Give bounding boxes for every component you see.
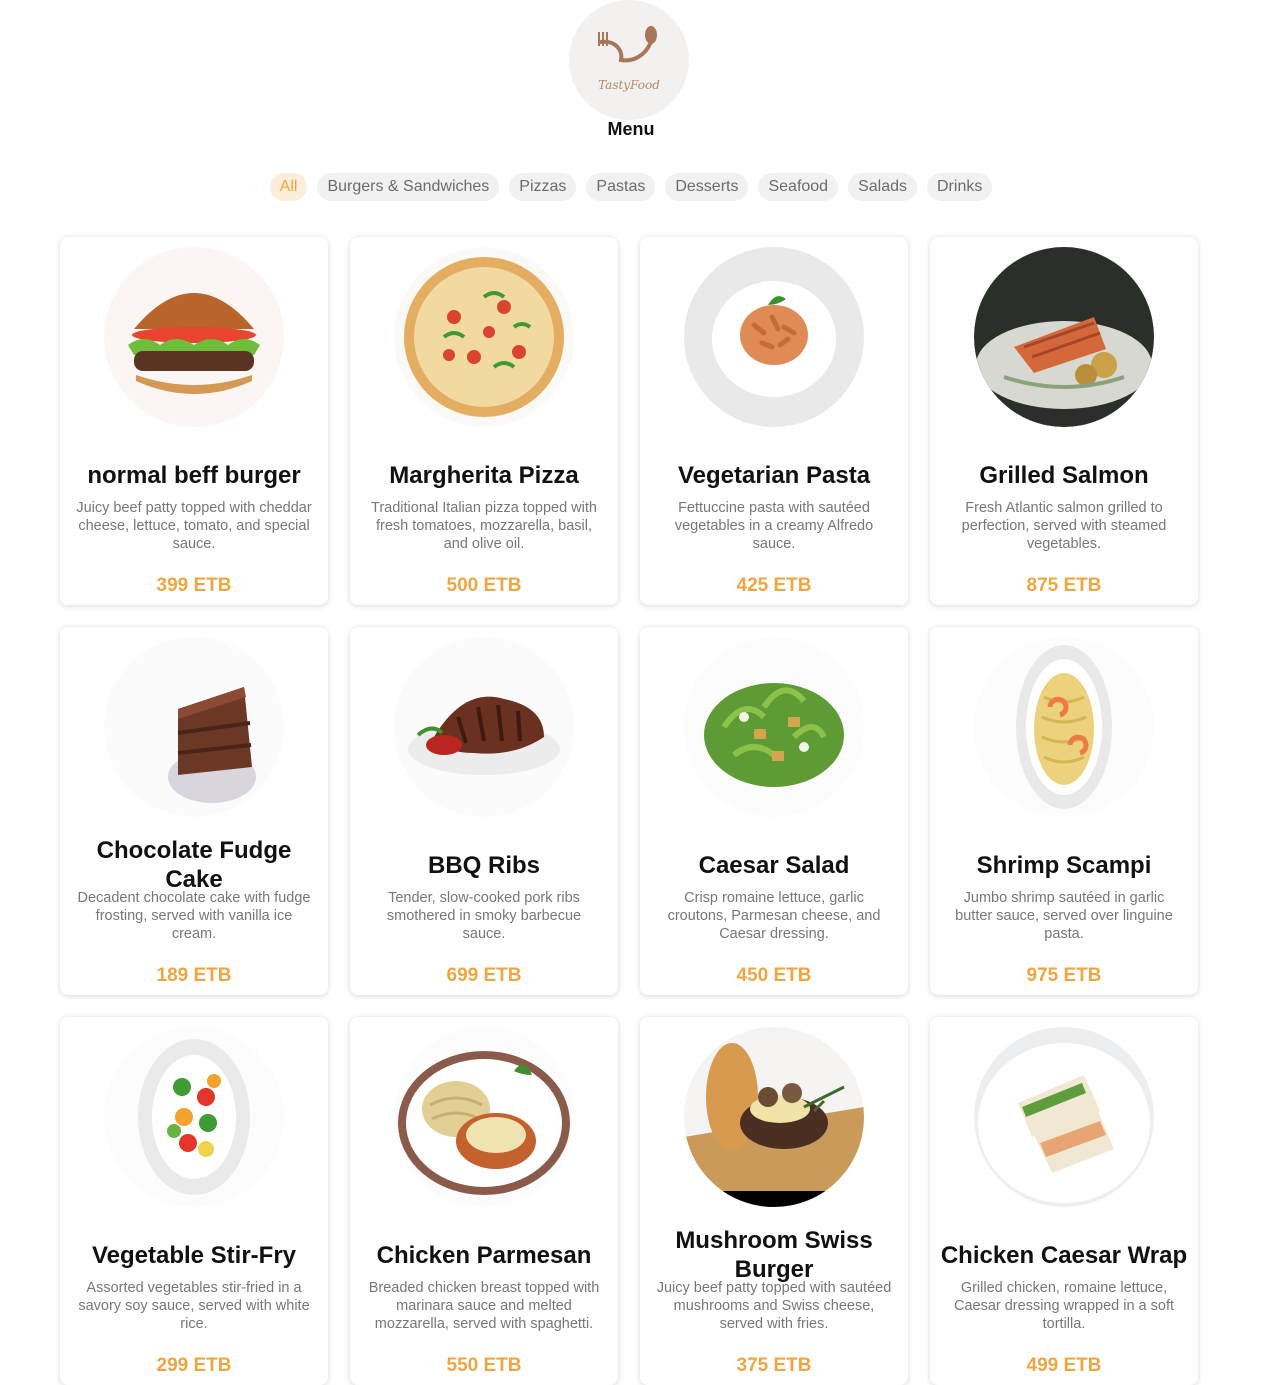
tab-salads[interactable]: Salads — [848, 173, 917, 201]
menu-item-card[interactable]: normal beff burger Juicy beef patty topp… — [60, 237, 328, 605]
tab-pizzas[interactable]: Pizzas — [509, 173, 577, 201]
mushroom-burger-icon — [684, 1027, 864, 1207]
item-description: Decadent chocolate cake with fudge frost… — [77, 890, 311, 942]
logo[interactable]: TastyFood — [569, 0, 689, 120]
item-price: 425 ETB — [736, 575, 812, 596]
dish-image — [104, 637, 284, 817]
salad-bowl-icon — [684, 637, 864, 817]
menu-item-card[interactable]: Chocolate Fudge Cake Decadent chocolate … — [60, 627, 328, 995]
item-price: 699 ETB — [446, 965, 522, 986]
logo-text: TastyFood — [598, 78, 660, 92]
tab-desserts[interactable]: Desserts — [665, 173, 749, 201]
stir-fry-icon — [104, 1027, 284, 1207]
category-tabs: All Burgers & Sandwiches Pizzas Pastas D… — [0, 173, 1262, 201]
wrap-icon — [974, 1027, 1154, 1207]
chicken-parmesan-icon — [394, 1027, 574, 1207]
item-description: Tender, slow-cooked pork ribs smothered … — [386, 890, 582, 942]
item-description: Crisp romaine lettuce, garlic croutons, … — [667, 890, 881, 942]
menu-item-card[interactable]: Vegetarian Pasta Fettuccine pasta with s… — [640, 237, 908, 605]
item-price: 500 ETB — [446, 575, 522, 596]
dish-image — [974, 637, 1154, 817]
menu-item-card[interactable]: Margherita Pizza Traditional Italian piz… — [350, 237, 618, 605]
dish-image — [974, 247, 1154, 427]
shrimp-pasta-icon — [974, 637, 1154, 817]
menu-item-card[interactable]: Vegetable Stir-Fry Assorted vegetables s… — [60, 1017, 328, 1385]
item-price: 375 ETB — [736, 1355, 812, 1376]
item-price: 875 ETB — [1026, 575, 1102, 596]
item-price: 189 ETB — [156, 965, 232, 986]
item-description: Grilled chicken, romaine lettuce, Caesar… — [953, 1280, 1175, 1332]
menu-item-card[interactable]: Mushroom Swiss Burger Juicy beef patty t… — [640, 1017, 908, 1385]
salmon-plate-icon — [974, 247, 1154, 427]
item-description: Traditional Italian pizza topped with fr… — [371, 500, 597, 552]
tab-seafood[interactable]: Seafood — [758, 173, 839, 201]
dish-image — [684, 1027, 864, 1207]
item-description: Assorted vegetables stir-fried in a savo… — [78, 1280, 310, 1332]
tab-pastas[interactable]: Pastas — [586, 173, 656, 201]
pizza-icon — [394, 247, 574, 427]
item-price: 975 ETB — [1026, 965, 1102, 986]
menu-item-card[interactable]: BBQ Ribs Tender, slow-cooked pork ribs s… — [350, 627, 618, 995]
item-price: 550 ETB — [446, 1355, 522, 1376]
ribs-plate-icon — [394, 637, 574, 817]
item-price: 299 ETB — [156, 1355, 232, 1376]
dish-image — [104, 1027, 284, 1207]
dish-image — [974, 1027, 1154, 1207]
menu-item-card[interactable]: Caesar Salad Crisp romaine lettuce, garl… — [640, 627, 908, 995]
burger-icon — [104, 247, 284, 427]
tab-all[interactable]: All — [269, 173, 308, 201]
item-price: 399 ETB — [156, 575, 232, 596]
dish-image — [394, 247, 574, 427]
tab-drinks[interactable]: Drinks — [927, 173, 993, 201]
dish-image — [684, 247, 864, 427]
pasta-bowl-icon — [684, 247, 864, 427]
menu-item-card[interactable]: Grilled Salmon Fresh Atlantic salmon gri… — [930, 237, 1198, 605]
item-description: Juicy beef patty topped with sautéed mus… — [656, 1280, 892, 1332]
dish-image — [394, 637, 574, 817]
dish-image — [104, 247, 284, 427]
tab-burgers-sandwiches[interactable]: Burgers & Sandwiches — [317, 173, 500, 201]
menu-item-card[interactable]: Shrimp Scampi Jumbo shrimp sautéed in ga… — [930, 627, 1198, 995]
item-description: Fresh Atlantic salmon grilled to perfect… — [961, 500, 1167, 552]
page-title: Menu — [607, 119, 655, 139]
fork-spoon-icon — [598, 26, 657, 63]
item-description: Fettuccine pasta with sautéed vegetables… — [674, 500, 874, 552]
item-description: Breaded chicken breast topped with marin… — [368, 1280, 600, 1332]
dish-image — [684, 637, 864, 817]
item-description: Juicy beef patty topped with cheddar che… — [76, 500, 312, 552]
item-description: Jumbo shrimp sautéed in garlic butter sa… — [955, 890, 1173, 942]
cake-slice-icon — [104, 637, 284, 817]
item-price: 499 ETB — [1026, 1355, 1102, 1376]
menu-item-card[interactable]: Chicken Caesar Wrap Grilled chicken, rom… — [930, 1017, 1198, 1385]
menu-item-card[interactable]: Chicken Parmesan Breaded chicken breast … — [350, 1017, 618, 1385]
dish-image — [394, 1027, 574, 1207]
item-price: 450 ETB — [736, 965, 812, 986]
